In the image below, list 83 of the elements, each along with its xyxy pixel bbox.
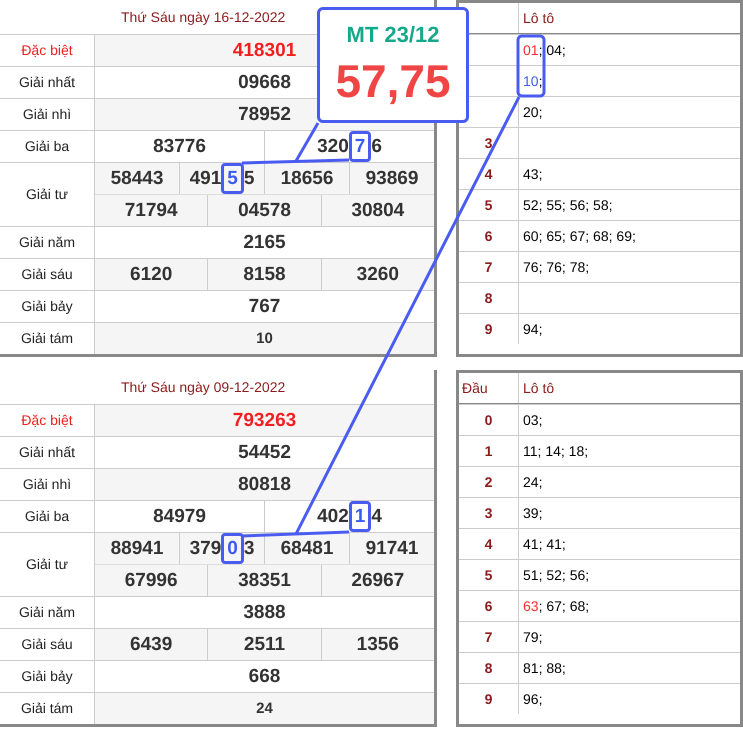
head-digit: 6: [484, 596, 492, 616]
prize-number: 71794: [95, 195, 208, 226]
loto-numbers: 41; 41;: [523, 534, 566, 554]
head-digit: 0: [484, 410, 492, 430]
prize-label: Giải nhất: [18, 443, 76, 462]
day-title: Thứ Sáu ngày 09-12-2022: [121, 378, 286, 397]
prize-label: Giải năm: [18, 233, 76, 252]
prize-number: 793263: [95, 405, 434, 436]
head-digit: 2: [484, 472, 492, 492]
prize-number: 6439: [95, 629, 208, 660]
prize-label: Đặc biệt: [21, 411, 73, 430]
prize-number: 8158: [207, 259, 321, 290]
loto-numbers: 52; 55; 56; 58;: [523, 196, 613, 214]
head-digit: 5: [484, 196, 492, 214]
prize-number: 491 5 5: [179, 163, 264, 194]
head-digit: 7: [484, 258, 492, 276]
prize-number: 18656: [264, 163, 349, 194]
prize-label: Đặc biệt: [21, 41, 73, 60]
head-digit: 9: [484, 320, 492, 338]
prize-number: 1356: [320, 629, 434, 660]
highlight-frame: [516, 34, 546, 98]
loto-numbers: 20;: [523, 102, 542, 122]
loto-numbers: 10;: [523, 72, 542, 90]
head-digit: 3: [484, 504, 492, 522]
head-digit: 4: [484, 164, 492, 184]
loto-numbers: 94;: [523, 320, 542, 338]
prize-number: 93869: [349, 163, 434, 194]
head-digit: 8: [484, 288, 492, 308]
prize-number: 30804: [320, 195, 434, 226]
prize-label: Giải nhì: [22, 475, 72, 494]
prize-number: 80818: [95, 469, 434, 500]
loto-numbers: 60; 65; 67; 68; 69;: [523, 226, 636, 246]
prize-label: Giải ba: [24, 507, 70, 526]
prize-label: Giải năm: [18, 603, 76, 622]
prize-label: Giải tư: [26, 555, 68, 574]
column-header: Lô tô: [523, 8, 554, 28]
loto-numbers: 63; 67; 68;: [523, 596, 590, 616]
column-header: Đầu: [462, 378, 488, 398]
prize-label: Giải sáu: [21, 265, 73, 284]
head-digit: 5: [484, 566, 492, 584]
loto-numbers: 43;: [523, 164, 542, 184]
prize-number: 6120: [95, 259, 208, 290]
prize-number: 10: [95, 323, 434, 354]
head-digit: 6: [484, 226, 492, 246]
loto-numbers: 51; 52; 56;: [523, 566, 590, 584]
prize-label: Giải bảy: [21, 667, 73, 686]
prize-label: Giải tám: [20, 699, 74, 718]
prize-label: Giải tám: [20, 329, 74, 348]
prize-label: Giải tư: [26, 185, 68, 204]
prize-number: 58443: [95, 163, 179, 194]
loto-numbers: 03;: [523, 410, 542, 430]
prize-number: 88941: [95, 533, 179, 564]
prize-number: 2511: [207, 629, 321, 660]
prize-number: 24: [95, 693, 434, 724]
head-digit: 8: [484, 658, 492, 678]
head-digit: 3: [484, 134, 492, 152]
loto-numbers: 11; 14; 18;: [523, 442, 588, 460]
prize-number: 26967: [320, 565, 434, 596]
prize-label: Giải bảy: [21, 297, 73, 316]
column-header: Lô tô: [523, 378, 554, 398]
prize-label: Giải nhất: [18, 73, 76, 92]
day-title: Thứ Sáu ngày 16-12-2022: [121, 8, 286, 27]
head-digit: 4: [484, 534, 492, 554]
prize-number: 379 0 3: [179, 533, 264, 564]
loto-numbers: 01; 04;: [523, 40, 566, 60]
loto-numbers: 81; 88;: [523, 658, 566, 678]
prize-number: 68481: [264, 533, 349, 564]
loto-numbers: 76; 76; 78;: [523, 258, 590, 276]
prize-number: 67996: [95, 565, 208, 596]
prize-number: 3260: [320, 259, 434, 290]
head-digit: 7: [484, 628, 492, 646]
prize-label: Giải ba: [24, 137, 70, 156]
loto-numbers: 39;: [523, 504, 542, 522]
prize-number: 04578: [207, 195, 321, 226]
loto-numbers: 24;: [523, 472, 542, 492]
head-digit: 1: [484, 442, 492, 460]
prize-label: Giải sáu: [21, 635, 73, 654]
prize-number: 91741: [349, 533, 434, 564]
head-digit: 9: [484, 690, 492, 708]
prize-label: Giải nhì: [22, 105, 72, 124]
loto-numbers: 79;: [523, 628, 542, 646]
loto-numbers: 96;: [523, 690, 542, 708]
prize-number: 38351: [207, 565, 321, 596]
